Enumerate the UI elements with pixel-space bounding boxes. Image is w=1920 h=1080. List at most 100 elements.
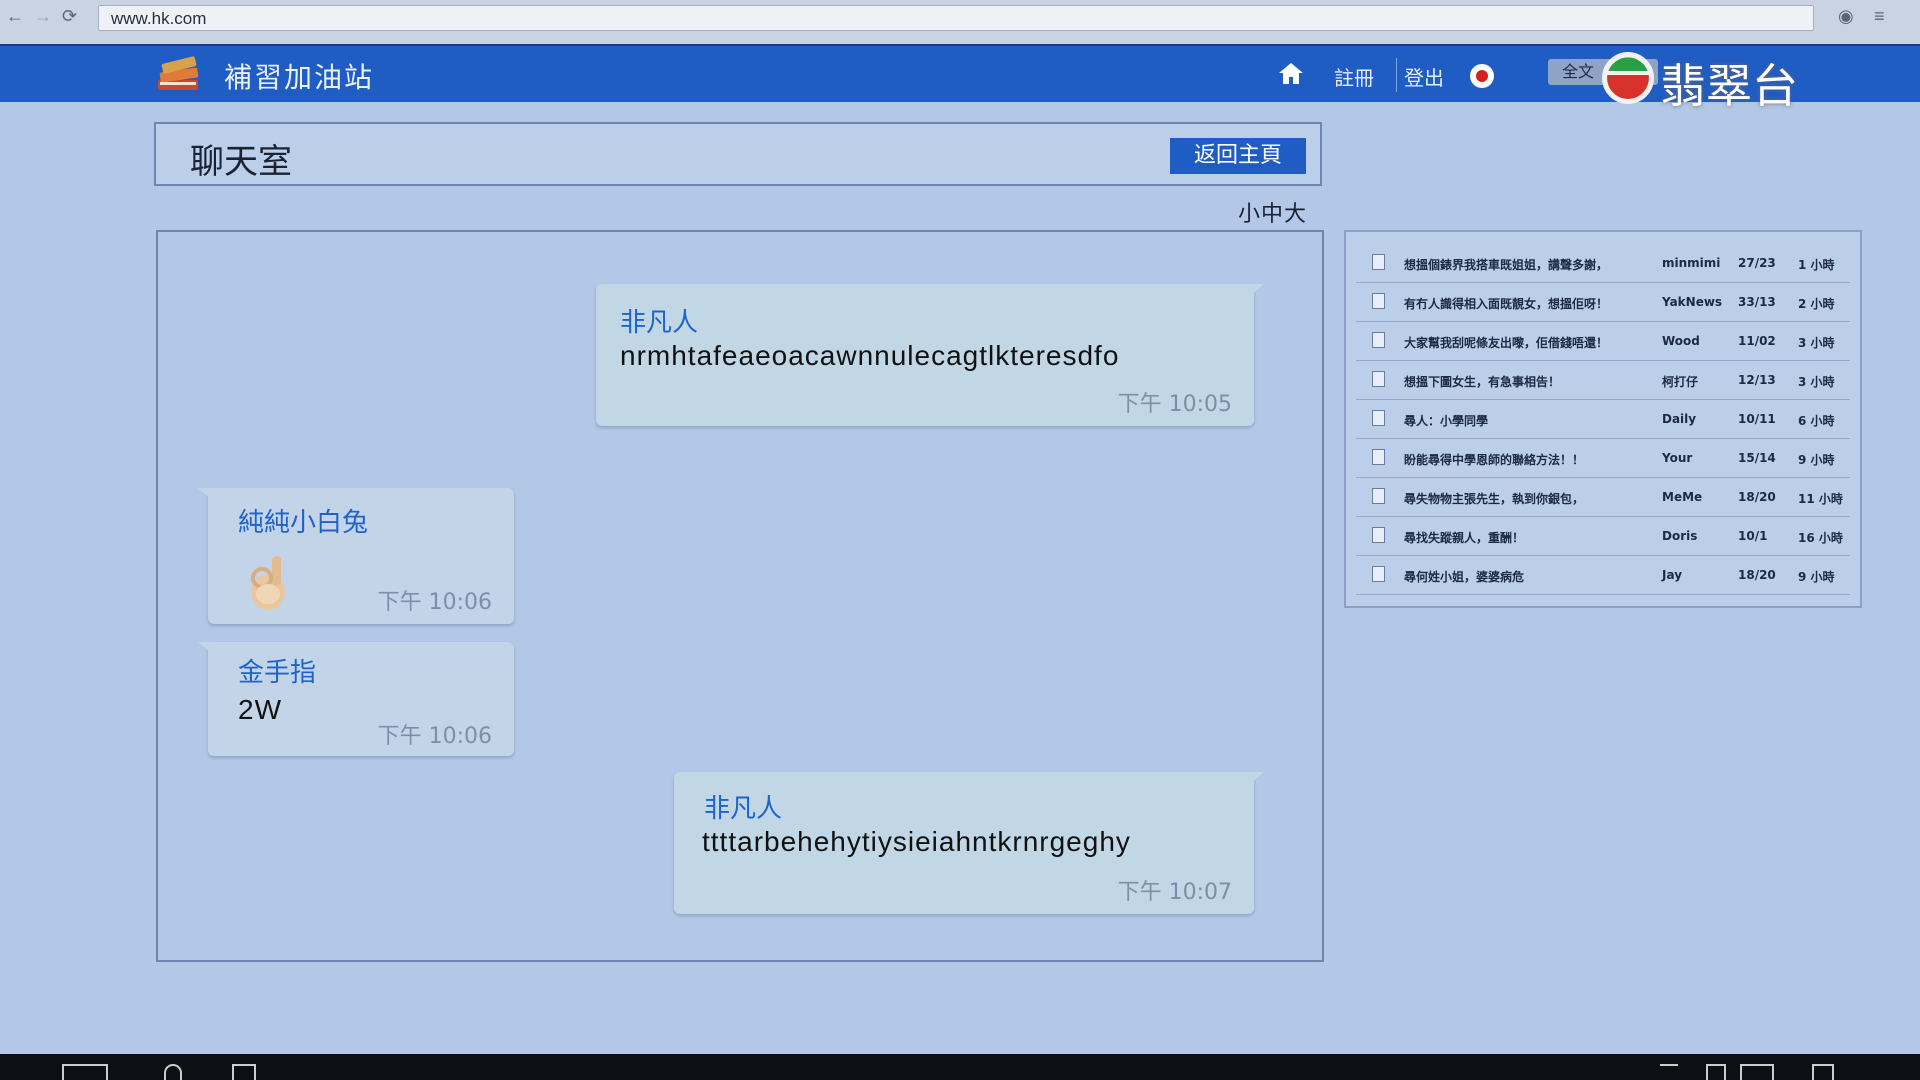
chat-message: 純純小白兔 下午 10:06 (198, 488, 514, 624)
ok-hand-icon (251, 556, 285, 610)
chat-message-area[interactable]: 非凡人 nrmhtafeaeoacawnnulecagtlkteresdfo 下… (156, 230, 1324, 962)
chat-message: 非凡人 ttttarbehehytiysieiahntkrnrgeghy 下午 … (674, 772, 1264, 914)
battery-icon[interactable] (1706, 1064, 1726, 1080)
topic-author: Daily (1662, 412, 1697, 426)
site-title[interactable]: 補習加油站 (224, 56, 374, 96)
taskbar (0, 1054, 1920, 1080)
volume-icon[interactable] (1740, 1064, 1774, 1080)
topic-list: 想搵個錶界我搭車既姐姐，講聲多謝， minmimi 27/23 1 小時 有冇人… (1344, 230, 1862, 608)
topic-age: 9 小時 (1798, 453, 1835, 467)
tv-channel-name: 翡翠台 (1660, 59, 1798, 113)
register-link[interactable]: 註冊 (1334, 62, 1374, 91)
topic-row[interactable]: 想搵個錶界我搭車既姐姐，講聲多謝， minmimi 27/23 1 小時 (1356, 244, 1850, 283)
home-icon[interactable] (1278, 61, 1304, 85)
bubble-tail (198, 488, 212, 500)
font-size-control[interactable]: 小中大 (1238, 196, 1307, 228)
topic-date: 33/13 (1738, 295, 1776, 309)
forward-arrow-icon[interactable]: → (34, 6, 52, 27)
header-divider (1396, 58, 1397, 92)
eye-icon[interactable]: ◉ (1838, 6, 1854, 27)
browser-toolbar: ← → ⟳ www.hk.com ◉ ≡ (0, 0, 1920, 46)
chat-message: 金手指 2W 下午 10:06 (198, 642, 514, 756)
browser-menu-icon[interactable]: ≡ (1874, 6, 1885, 27)
topic-date: 10/11 (1738, 412, 1776, 426)
window-icon[interactable] (62, 1064, 108, 1080)
message-time: 下午 10:05 (1117, 392, 1232, 417)
topic-title[interactable]: 想搵下圖女生，有急事相告！ (1404, 373, 1644, 390)
topic-row[interactable]: 想搵下圖女生，有急事相告！ 柯打仔 12/13 3 小時 (1356, 361, 1850, 400)
topic-age: 3 小時 (1798, 375, 1835, 389)
bubble-tail (1250, 772, 1264, 784)
topic-row[interactable]: 尋何姓小姐，婆婆病危 Jay 18/20 9 小時 (1356, 556, 1850, 595)
topic-title[interactable]: 尋何姓小姐，婆婆病危 (1404, 568, 1644, 585)
files-icon[interactable] (232, 1064, 256, 1080)
reload-icon[interactable]: ⟳ (62, 6, 77, 27)
notification-icon[interactable] (1812, 1064, 1834, 1080)
document-icon (1372, 332, 1385, 348)
topic-title[interactable]: 盼能尋得中學恩師的聯絡方法！！ (1404, 451, 1644, 468)
topic-row[interactable]: 盼能尋得中學恩師的聯絡方法！！ Your 15/14 9 小時 (1356, 439, 1850, 478)
books-logo-icon[interactable] (154, 52, 204, 96)
message-sender: 金手指 (238, 658, 317, 688)
document-icon (1372, 527, 1385, 543)
topic-title[interactable]: 大家幫我刮呢條友出嚟，佢借錢唔還！ (1404, 334, 1644, 351)
topic-row[interactable]: 有冇人識得相入面既靚女，想搵佢呀！ YakNews 33/13 2 小時 (1356, 283, 1850, 322)
topic-author: YakNews (1662, 295, 1723, 309)
document-icon (1372, 410, 1385, 426)
chevron-up-icon[interactable] (1660, 1064, 1678, 1080)
logout-link[interactable]: 登出 (1404, 62, 1444, 91)
topic-row[interactable]: 大家幫我刮呢條友出嚟，佢借錢唔還！ Wood 11/02 3 小時 (1356, 322, 1850, 361)
document-icon (1372, 566, 1385, 582)
topic-date: 10/1 (1738, 529, 1768, 543)
topic-row[interactable]: 尋找失蹤親人，重酬！ Doris 10/1 16 小時 (1356, 517, 1850, 556)
message-text: nrmhtafeaeoacawnnulecagtlkteresdfo (620, 340, 1120, 371)
topic-row[interactable]: 尋失物物主張先生，執到你銀包， MeMe 18/20 11 小時 (1356, 478, 1850, 517)
topic-age: 11 小時 (1798, 492, 1843, 506)
topic-author: Jay (1662, 568, 1683, 582)
topic-date: 11/02 (1738, 334, 1776, 348)
document-icon (1372, 371, 1385, 387)
message-time: 下午 10:07 (1117, 880, 1232, 905)
document-icon (1372, 254, 1385, 270)
topic-age: 9 小時 (1798, 570, 1835, 584)
document-icon (1372, 488, 1385, 504)
topic-date: 12/13 (1738, 373, 1776, 387)
message-sender: 非凡人 (620, 308, 699, 338)
topic-row[interactable]: 尋人：小學同學 Daily 10/11 6 小時 (1356, 400, 1850, 439)
chat-room-header: 聊天室 返回主頁 (154, 122, 1322, 186)
topic-author: Doris (1662, 529, 1698, 543)
topic-author: MeMe (1662, 490, 1703, 504)
topic-date: 18/20 (1738, 490, 1776, 504)
message-time: 下午 10:06 (377, 724, 492, 749)
address-bar[interactable]: www.hk.com (98, 5, 1814, 31)
topic-date: 27/23 (1738, 256, 1776, 270)
chat-message: 非凡人 nrmhtafeaeoacawnnulecagtlkteresdfo 下… (596, 284, 1264, 426)
document-icon (1372, 293, 1385, 309)
topic-author: minmimi (1662, 256, 1721, 270)
message-time: 下午 10:06 (377, 590, 492, 615)
topic-age: 1 小時 (1798, 258, 1835, 272)
message-text: 2W (238, 694, 282, 725)
topic-age: 16 小時 (1798, 531, 1843, 545)
bubble-tail (198, 642, 212, 654)
topic-author: Wood (1662, 334, 1700, 348)
topic-title[interactable]: 想搵個錶界我搭車既姐姐，講聲多謝， (1404, 256, 1644, 273)
tv-channel-logo-icon (1602, 52, 1654, 104)
topic-date: 18/20 (1738, 568, 1776, 582)
bubble-tail (1250, 284, 1264, 296)
topic-title[interactable]: 有冇人識得相入面既靚女，想搵佢呀！ (1404, 295, 1644, 312)
document-icon (1372, 449, 1385, 465)
back-arrow-icon[interactable]: ← (6, 6, 24, 27)
search-icon[interactable] (164, 1064, 182, 1080)
topic-author: 柯打仔 (1662, 375, 1699, 389)
topic-title[interactable]: 尋人：小學同學 (1404, 412, 1644, 429)
topic-title[interactable]: 尋找失蹤親人，重酬！ (1404, 529, 1644, 546)
record-icon[interactable] (1470, 64, 1494, 88)
topic-author: Your (1662, 451, 1693, 465)
message-text: ttttarbehehytiysieiahntkrnrgeghy (702, 826, 1131, 857)
back-to-home-button[interactable]: 返回主頁 (1170, 138, 1306, 174)
message-sender: 非凡人 (704, 794, 783, 824)
topic-age: 3 小時 (1798, 336, 1835, 350)
message-sender: 純純小白兔 (238, 508, 369, 538)
topic-title[interactable]: 尋失物物主張先生，執到你銀包， (1404, 490, 1644, 507)
